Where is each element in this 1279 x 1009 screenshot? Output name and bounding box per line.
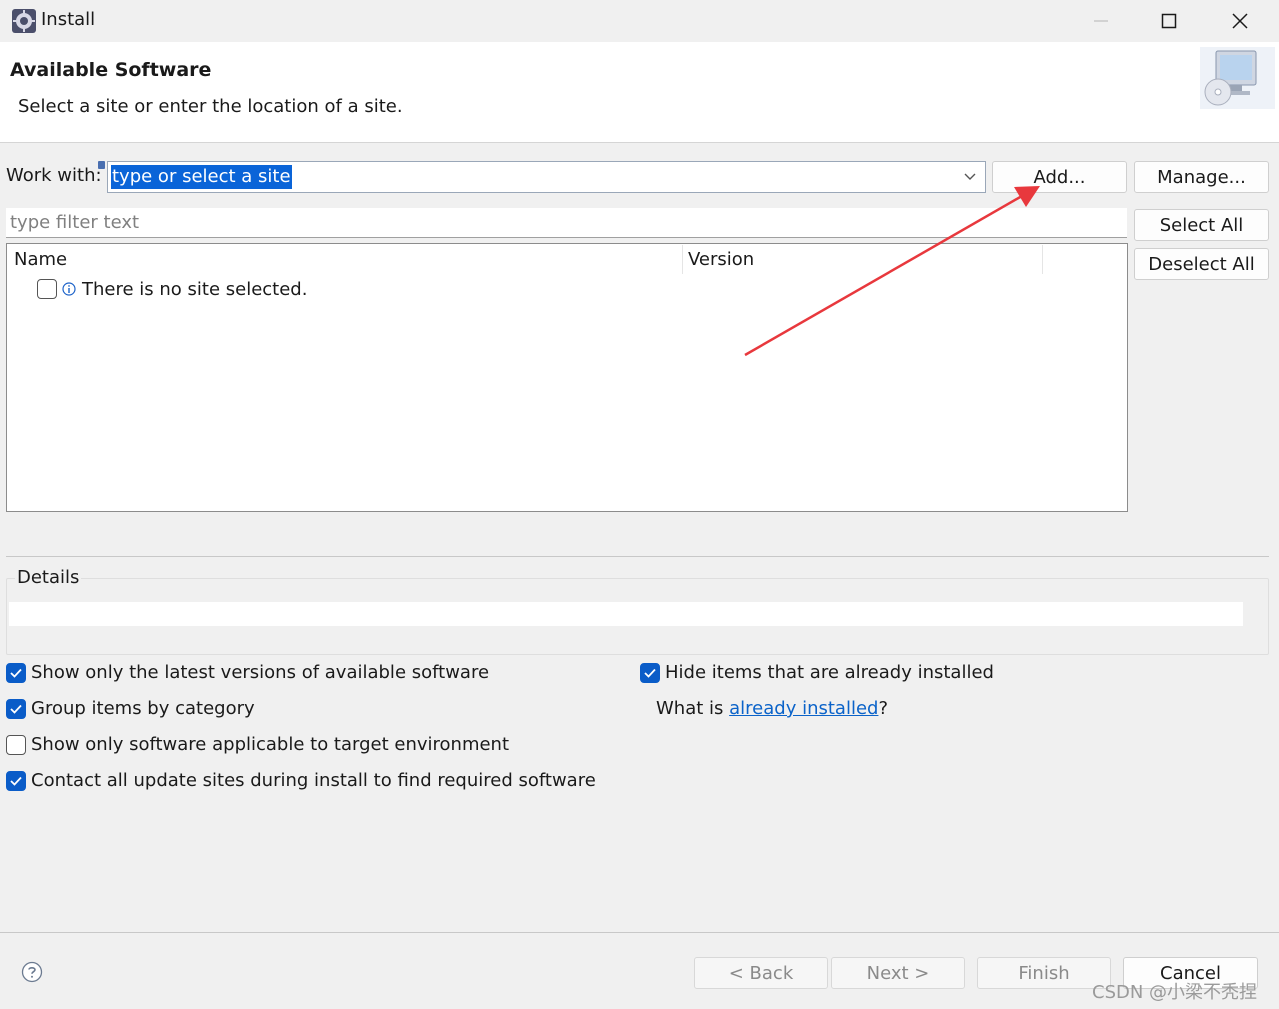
back-button[interactable]: < Back xyxy=(694,957,828,989)
checkbox-checked-icon[interactable] xyxy=(6,698,26,719)
column-header-name[interactable]: Name xyxy=(14,249,67,270)
window-title: Install xyxy=(41,9,96,30)
checkbox-unchecked-icon[interactable] xyxy=(6,734,26,755)
page-description: Select a site or enter the location of a… xyxy=(18,96,403,117)
show-applicable-label[interactable]: Show only software applicable to target … xyxy=(31,734,509,755)
software-tree[interactable]: Name Version There is no site selected. xyxy=(6,243,1128,512)
tree-row[interactable]: There is no site selected. xyxy=(37,277,307,301)
tree-row-checkbox[interactable] xyxy=(37,279,57,299)
eclipse-gear-icon xyxy=(12,9,36,33)
computer-cd-icon xyxy=(1200,47,1275,109)
minimize-button[interactable] xyxy=(1066,0,1136,42)
group-by-category-checkbox[interactable]: Group items by category xyxy=(6,698,255,719)
add-button[interactable]: Add... xyxy=(992,161,1127,193)
page-title: Available Software xyxy=(10,59,212,81)
info-decorator-icon xyxy=(98,161,105,169)
already-installed-suffix: ? xyxy=(878,698,889,719)
maximize-icon xyxy=(1161,13,1177,29)
already-installed-prefix: What is xyxy=(656,698,730,719)
footer-separator xyxy=(0,932,1279,933)
group-by-category-label[interactable]: Group items by category xyxy=(31,698,255,719)
filter-input[interactable] xyxy=(6,208,1127,237)
select-all-button[interactable]: Select All xyxy=(1134,209,1269,241)
minimize-icon xyxy=(1094,20,1108,22)
maximize-button[interactable] xyxy=(1134,0,1204,42)
help-icon[interactable] xyxy=(21,961,43,983)
section-separator xyxy=(6,556,1269,557)
finish-button[interactable]: Finish xyxy=(977,957,1111,989)
close-icon xyxy=(1232,13,1248,29)
checkbox-checked-icon[interactable] xyxy=(6,770,26,791)
already-installed-link[interactable]: already installed xyxy=(729,698,878,719)
work-with-value[interactable]: type or select a site xyxy=(111,165,292,189)
contact-all-checkbox[interactable]: Contact all update sites during install … xyxy=(6,770,596,791)
show-latest-label[interactable]: Show only the latest versions of availab… xyxy=(31,662,489,683)
already-installed-line: What is already installed? xyxy=(656,698,888,719)
show-latest-checkbox[interactable]: Show only the latest versions of availab… xyxy=(6,662,489,683)
hide-installed-checkbox[interactable]: Hide items that are already installed xyxy=(640,662,994,683)
next-button[interactable]: Next > xyxy=(831,957,965,989)
info-icon xyxy=(62,282,76,296)
work-with-label: Work with: xyxy=(6,165,102,186)
contact-all-label[interactable]: Contact all update sites during install … xyxy=(31,770,596,791)
checkbox-checked-icon[interactable] xyxy=(640,662,660,683)
checkbox-checked-icon[interactable] xyxy=(6,662,26,683)
hide-installed-label[interactable]: Hide items that are already installed xyxy=(665,662,994,683)
chevron-down-icon[interactable] xyxy=(963,171,977,183)
work-with-combo[interactable]: type or select a site xyxy=(107,161,986,193)
column-divider[interactable] xyxy=(1042,245,1043,274)
show-applicable-checkbox[interactable]: Show only software applicable to target … xyxy=(6,734,509,755)
details-text xyxy=(9,602,1243,626)
details-label: Details xyxy=(15,567,82,588)
title-bar: Install xyxy=(0,0,1279,42)
column-divider[interactable] xyxy=(682,245,683,274)
filter-field[interactable] xyxy=(6,208,1127,238)
tree-row-label: There is no site selected. xyxy=(82,278,308,300)
manage-button[interactable]: Manage... xyxy=(1134,161,1269,193)
close-button[interactable] xyxy=(1205,0,1275,42)
watermark: CSDN @小梁不秃捏 xyxy=(1092,982,1258,1003)
column-header-version[interactable]: Version xyxy=(688,249,754,270)
wizard-header: Available Software Select a site or ente… xyxy=(0,42,1279,143)
deselect-all-button[interactable]: Deselect All xyxy=(1134,248,1269,280)
